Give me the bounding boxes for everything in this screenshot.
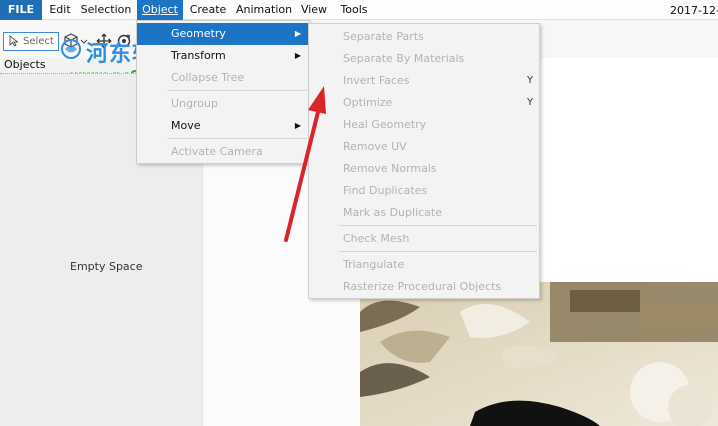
menu-item-heal-geometry[interactable]: Heal Geometry [309, 114, 539, 136]
cursor-icon [9, 35, 19, 47]
viewport-image [360, 282, 718, 426]
menu-item-label: Heal Geometry [343, 118, 427, 131]
submenu-arrow-icon: ▶ [294, 51, 301, 60]
menu-item-label: Remove Normals [343, 162, 437, 175]
watermark-logo-icon [61, 39, 81, 59]
date-label: 2017-12-0 [670, 4, 718, 17]
menu-item-separate-by-materials[interactable]: Separate By Materials [309, 48, 539, 70]
menu-item-label: Collapse Tree [171, 71, 245, 84]
select-tool-label: Select [23, 36, 54, 47]
menu-item-label: Optimize [343, 96, 393, 109]
menu-item-invert-faces[interactable]: Invert Faces Y [309, 70, 539, 92]
shortcut-glyph-icon: Y [527, 97, 534, 108]
annotation-arrow-icon [284, 86, 326, 242]
menu-item-label: Triangulate [343, 258, 405, 271]
menu-item-label: Separate Parts [343, 30, 424, 43]
menu-item-transform[interactable]: Transform ▶ [137, 45, 309, 67]
select-tool-button[interactable]: Select [3, 32, 59, 51]
menu-item-check-mesh[interactable]: Check Mesh [309, 228, 539, 250]
menu-object[interactable]: Object [137, 0, 183, 20]
menu-tools[interactable]: Tools [338, 0, 370, 20]
menu-file[interactable]: FILE [0, 0, 42, 20]
submenu-arrow-icon: ▶ [294, 29, 301, 38]
menu-item-triangulate[interactable]: Triangulate [309, 254, 539, 276]
menu-item-label: Transform [171, 49, 226, 62]
menu-item-separate-parts[interactable]: Separate Parts [309, 26, 539, 48]
photo-content [360, 282, 718, 426]
menu-separator [339, 225, 537, 226]
menu-item-find-duplicates[interactable]: Find Duplicates [309, 180, 539, 202]
menu-item-label: Rasterize Procedural Objects [343, 280, 502, 293]
menu-item-label: Activate Camera [171, 145, 263, 158]
menu-item-label: Remove UV [343, 140, 407, 153]
menu-item-label: Find Duplicates [343, 184, 428, 197]
menu-item-label: Check Mesh [343, 232, 410, 245]
menu-item-label: Geometry [171, 27, 226, 40]
menu-item-label: Ungroup [171, 97, 218, 110]
shortcut-glyph-icon: Y [527, 75, 534, 86]
menu-selection[interactable]: Selection [80, 0, 132, 20]
menu-item-geometry[interactable]: Geometry ▶ [137, 23, 309, 45]
menu-item-mark-as-duplicate[interactable]: Mark as Duplicate [309, 202, 539, 224]
menubar: FILE Edit Selection Object Create Animat… [0, 0, 718, 20]
menu-item-optimize[interactable]: Optimize Y [309, 92, 539, 114]
menu-item-remove-uv[interactable]: Remove UV [309, 136, 539, 158]
menu-edit[interactable]: Edit [44, 0, 76, 20]
menu-separator [339, 251, 537, 252]
menu-item-rasterize-procedural-objects[interactable]: Rasterize Procedural Objects [309, 276, 539, 298]
menu-view[interactable]: View [298, 0, 330, 20]
menu-item-label: Move [171, 119, 201, 132]
menu-create[interactable]: Create [187, 0, 229, 20]
menu-object-label: Object [142, 3, 178, 16]
geometry-submenu: Separate Parts Separate By Materials Inv… [308, 23, 540, 299]
empty-space-label: Empty Space [70, 260, 143, 273]
menu-animation[interactable]: Animation [236, 0, 292, 20]
menu-item-remove-normals[interactable]: Remove Normals [309, 158, 539, 180]
menu-item-label: Mark as Duplicate [343, 206, 442, 219]
menu-item-label: Invert Faces [343, 74, 410, 87]
objects-tab[interactable]: Objects [4, 58, 46, 72]
menu-item-label: Separate By Materials [343, 52, 465, 65]
